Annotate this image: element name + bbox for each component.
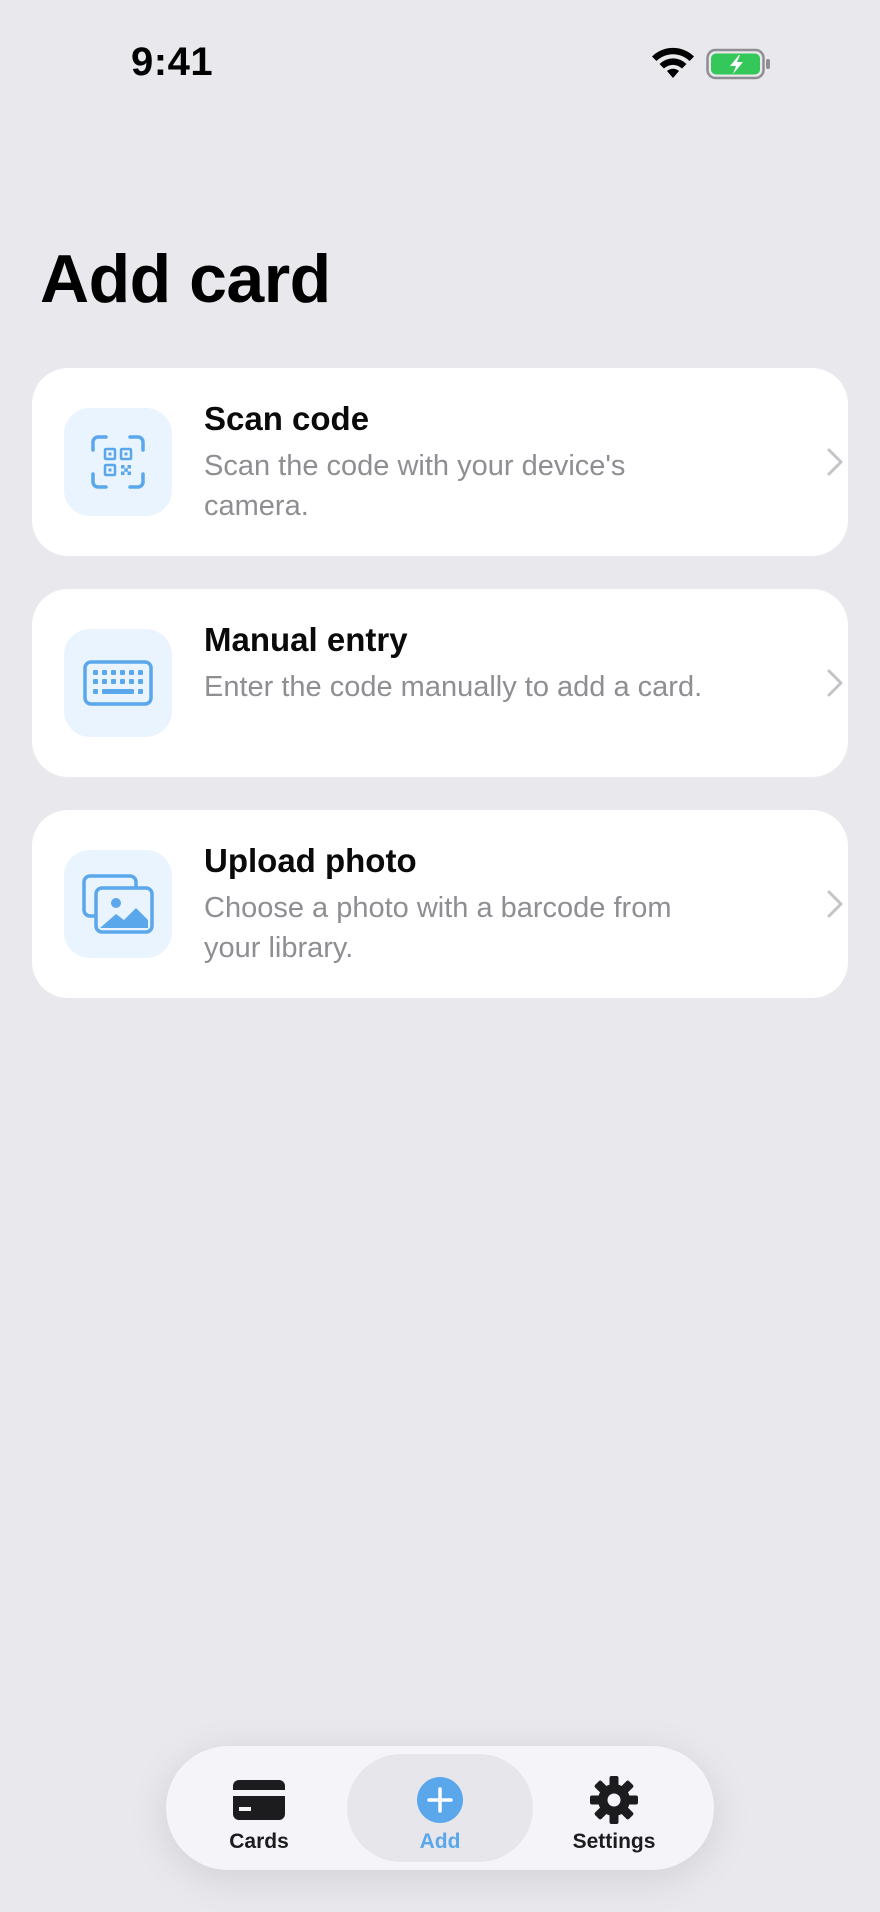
tab-cards-label: Cards (229, 1830, 289, 1853)
tab-settings-label: Settings (572, 1830, 656, 1853)
upload-photo-description: Choose a photo with a barcode from your … (204, 892, 672, 964)
manual-entry-title: Manual entry (204, 621, 408, 658)
upload-photo-option[interactable]: Upload photo Choose a photo with a barco… (32, 810, 848, 998)
tab-cards[interactable]: Cards (166, 1754, 352, 1862)
wifi-icon (652, 47, 694, 78)
scan-code-icon-tile (64, 408, 172, 516)
tab-settings[interactable]: Settings (521, 1754, 707, 1862)
manual-entry-icon-tile (64, 629, 172, 737)
photo-library-icon (82, 874, 154, 934)
tab-bar: Cards Add Settings (166, 1746, 714, 1870)
plus-circle-icon (417, 1777, 463, 1823)
manual-entry-option[interactable]: Manual entry Enter the code manually to … (32, 589, 848, 777)
card-icon (233, 1780, 285, 1820)
upload-photo-icon-tile (64, 850, 172, 958)
qr-scan-icon (91, 435, 145, 489)
page-title: Add card (40, 241, 331, 317)
battery-charging-icon (706, 48, 770, 80)
chevron-right-icon (827, 890, 843, 918)
chevron-right-icon (827, 669, 843, 697)
gear-icon (590, 1776, 638, 1824)
scan-code-option[interactable]: Scan code Scan the code with your device… (32, 368, 848, 556)
manual-entry-description: Enter the code manually to add a card. (204, 671, 703, 703)
tab-add-label: Add (419, 1830, 461, 1853)
scan-code-title: Scan code (204, 400, 370, 437)
upload-photo-title: Upload photo (204, 842, 417, 879)
status-time: 9:41 (131, 40, 214, 84)
tab-add[interactable]: Add (347, 1754, 533, 1862)
status-bar: 9:41 (0, 0, 880, 130)
keyboard-icon (83, 660, 153, 706)
scan-code-description: Scan the code with your device's camera. (204, 450, 626, 522)
chevron-right-icon (827, 448, 843, 476)
